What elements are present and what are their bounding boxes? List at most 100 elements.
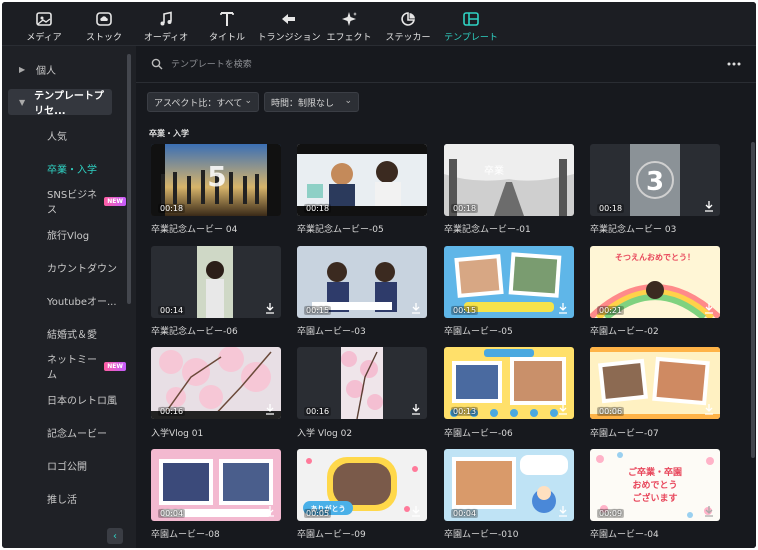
sidebar-item-label: ネットミーム [47, 355, 97, 381]
collapse-sidebar-button[interactable]: ‹ [107, 528, 123, 544]
media-icon [36, 12, 52, 26]
sidebar-item-template-preset[interactable]: ▼ テンプレートプリセ... [8, 89, 112, 117]
duration-label: 00:04 [451, 509, 479, 518]
template-card[interactable]: 5 00:18 [151, 144, 281, 216]
sidebar-item-oshikatsu[interactable]: 推し活 [2, 483, 126, 513]
thumb-caption-line1: ご卒業・卒園 [628, 466, 682, 478]
aspect-ratio-value: アスペクト比：すべて [154, 98, 243, 109]
sidebar-scrollbar[interactable] [127, 54, 131, 304]
sidebar-item-retro[interactable]: 日本のレトロ風 [2, 384, 126, 414]
download-icon[interactable] [557, 302, 569, 314]
download-icon[interactable] [557, 505, 569, 517]
sidebar-item-popular[interactable]: 人気 [2, 120, 126, 150]
sidebar-item-label: カウントダウン [47, 263, 117, 275]
tab-audio-label: オーディオ [143, 33, 189, 43]
tab-effect[interactable]: エフェクト [326, 2, 372, 45]
template-card[interactable]: 00:15 [444, 246, 574, 318]
new-badge: NEW [104, 196, 126, 206]
thumb-caption: そつえんおめでとう！ [615, 253, 695, 262]
sidebar-item-label: 個人 [36, 65, 56, 77]
download-icon[interactable] [410, 403, 422, 415]
tab-template[interactable]: テンプレート [444, 2, 498, 45]
transition-icon [282, 14, 295, 24]
sidebar-item-graduation[interactable]: 卒業・入学 [2, 153, 126, 183]
sidebar-item-personal[interactable]: ▶ 個人 [2, 54, 126, 84]
download-icon[interactable] [703, 200, 715, 212]
template-card[interactable]: 00:18 [297, 144, 427, 216]
duration-value: 時間：制限なし [271, 98, 335, 109]
chevron-down-icon: ▼ [19, 97, 26, 107]
card-title: 卒園ムービー-04 [590, 530, 659, 540]
template-card[interactable]: 00:13 [444, 347, 574, 419]
tab-sticker-label: ステッカー [385, 33, 431, 43]
template-card[interactable]: 00:16 [297, 347, 427, 419]
template-card[interactable]: 00:06 [590, 347, 720, 419]
template-card[interactable]: 00:16 [151, 347, 281, 419]
section-title: 卒業・入学 [149, 129, 189, 138]
download-icon[interactable] [703, 403, 715, 415]
card-title: 卒業記念ムービー 04 [151, 225, 238, 235]
sidebar-item-label: 推し活 [47, 494, 77, 506]
sidebar-item-travel-vlog[interactable]: 旅行Vlog [2, 219, 126, 249]
top-toolbar: メディア ストック オーディオ タイトル トランジション エフェクト ステッカー [2, 2, 756, 46]
template-card[interactable]: 卒業 00:18 [444, 144, 574, 216]
sidebar-item-net-meme[interactable]: ネットミーム NEW [2, 351, 126, 381]
tab-stock[interactable]: ストック [84, 2, 124, 45]
template-card[interactable]: ご卒業・卒園 おめでとう ございます 00:09 [590, 449, 720, 521]
download-icon[interactable] [264, 302, 276, 314]
sidebar-item-countdown[interactable]: カウントダウン [2, 252, 126, 282]
card-title: 卒園ムービー-06 [444, 429, 513, 439]
more-options-icon[interactable] [726, 61, 742, 67]
template-icon [463, 12, 479, 26]
search-input[interactable] [169, 56, 573, 74]
sidebar-item-logo-reveal[interactable]: ロゴ公開 [2, 450, 126, 480]
new-badge: NEW [104, 361, 126, 371]
download-icon[interactable] [410, 505, 422, 517]
download-icon[interactable] [264, 403, 276, 415]
tab-media-label: メディア [26, 33, 62, 43]
tab-sticker[interactable]: ステッカー [385, 2, 431, 45]
download-icon[interactable] [410, 302, 422, 314]
sticker-icon [401, 12, 415, 26]
sidebar-item-sns-business[interactable]: SNSビジネス NEW [2, 186, 126, 216]
countdown-number: 3 [646, 167, 664, 197]
aspect-ratio-dropdown[interactable]: アスペクト比：すべて ⌄ [147, 92, 259, 112]
template-card[interactable]: 00:04 [444, 449, 574, 521]
download-icon[interactable] [557, 403, 569, 415]
sidebar-item-label: SNSビジネス [47, 190, 98, 216]
template-card[interactable]: ありがとう 00:05 [297, 449, 427, 521]
download-icon[interactable] [703, 505, 715, 517]
card-title: 入学Vlog 01 [151, 429, 204, 439]
tab-transition[interactable]: トランジション [257, 2, 321, 45]
tab-title-label: タイトル [208, 33, 245, 43]
duration-label: 00:18 [451, 204, 479, 213]
duration-label: 00:18 [158, 204, 186, 213]
download-icon[interactable] [703, 302, 715, 314]
chevron-down-icon: ⌄ [244, 96, 252, 106]
thumb-caption-line2: おめでとう [632, 480, 677, 491]
tab-title[interactable]: タイトル [207, 2, 247, 45]
duration-label: 00:15 [451, 306, 479, 315]
template-card[interactable]: 00:04 [151, 449, 281, 521]
card-title: 卒業記念ムービー-06 [151, 327, 238, 337]
download-icon[interactable] [264, 505, 276, 517]
tab-media[interactable]: メディア [24, 2, 64, 45]
sidebar-item-wedding[interactable]: 結婚式＆愛 [2, 318, 126, 348]
sidebar-item-label: 卒業・入学 [47, 164, 97, 176]
thumb-caption-line3: ございます [632, 492, 677, 504]
sidebar-item-youtube[interactable]: Youtubeオー... [2, 285, 126, 315]
template-card[interactable]: 00:14 [151, 246, 281, 318]
sidebar-item-anniversary[interactable]: 記念ムービー [2, 417, 126, 447]
card-title: 卒園ムービー-02 [590, 327, 659, 337]
sidebar-item-label: ロゴ公開 [47, 461, 87, 473]
template-card[interactable]: 3 00:18 [590, 144, 720, 216]
stock-cloud-icon [96, 12, 112, 26]
card-title: 卒業記念ムービー-05 [297, 225, 384, 235]
template-card[interactable]: そつえんおめでとう！ 00:21 [590, 246, 720, 318]
duration-label: 00:14 [158, 306, 186, 315]
duration-dropdown[interactable]: 時間：制限なし ⌄ [264, 92, 359, 112]
chevron-right-icon: ▶ [19, 64, 26, 74]
tab-audio[interactable]: オーディオ [144, 2, 188, 45]
template-card[interactable]: 00:15 [297, 246, 427, 318]
content-scrollbar[interactable] [751, 142, 755, 458]
